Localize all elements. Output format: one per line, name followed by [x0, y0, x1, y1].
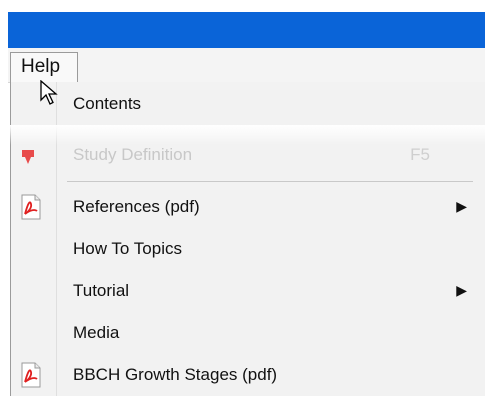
help-menu[interactable]: Help [10, 52, 78, 82]
menu-item-references-pdf[interactable]: References (pdf) ▶ [10, 188, 485, 228]
study-definition-shortcut: F5 [410, 145, 430, 164]
menu-item-media-label: Media [73, 323, 120, 342]
help-menu-label: Help [21, 56, 61, 77]
submenu-arrow-icon: ▶ [456, 198, 467, 214]
pdf-icon [21, 194, 41, 220]
menu-item-contents-label: Contents [73, 94, 142, 113]
menu-item-study-definition-label: Study Definition [73, 145, 193, 164]
study-definition-icon [22, 150, 34, 164]
menu-separator [67, 181, 473, 182]
menu-item-how-to-topics-label: How To Topics [73, 239, 182, 258]
menu-item-contents[interactable]: Contents [10, 85, 485, 125]
menu-item-bbch-growth-stages-pdf[interactable]: BBCH Growth Stages (pdf) [10, 356, 485, 396]
window-title-bar [8, 12, 485, 48]
menu-item-references-pdf-label: References (pdf) [73, 197, 200, 216]
menu-item-study-definition[interactable]: Study Definition F5 [10, 137, 485, 177]
submenu-arrow-icon: ▶ [456, 282, 467, 298]
menu-bar [8, 48, 485, 83]
pdf-icon [21, 362, 41, 388]
menu-item-how-to-topics[interactable]: How To Topics [10, 230, 485, 270]
menu-item-tutorial[interactable]: Tutorial ▶ [10, 272, 485, 312]
menu-item-tutorial-label: Tutorial [73, 281, 130, 300]
menu-item-bbch-growth-stages-pdf-label: BBCH Growth Stages (pdf) [73, 365, 278, 384]
menu-item-media[interactable]: Media [10, 314, 485, 354]
